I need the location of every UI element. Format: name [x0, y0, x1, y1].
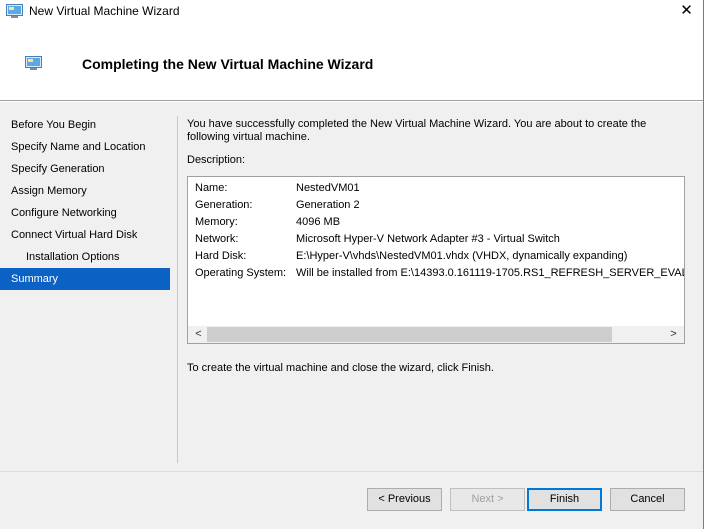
summary-key: Name: — [195, 182, 228, 194]
summary-value: Microsoft Hyper-V Network Adapter #3 - V… — [296, 233, 560, 245]
summary-list: Name: NestedVM01 Generation: Generation 2 … — [195, 180, 685, 282]
summary-row: Memory: 4096 MB — [195, 214, 684, 231]
nav-item-configure-networking[interactable]: Configure Networking — [0, 202, 170, 224]
wizard-content: Before You Begin Specify Name and Locati… — [0, 102, 703, 471]
virtual-machine-icon — [25, 56, 42, 70]
title-bar: New Virtual Machine Wizard ✕ — [0, 0, 703, 24]
summary-key: Network: — [195, 233, 239, 245]
summary-key: Hard Disk: — [195, 250, 247, 262]
finish-button[interactable]: Finish — [527, 488, 602, 511]
nav-item-installation-options[interactable]: Installation Options — [0, 246, 170, 268]
nav-item-before-you-begin[interactable]: Before You Begin — [0, 114, 170, 136]
nav-item-specify-name-and-location[interactable]: Specify Name and Location — [0, 136, 170, 158]
summary-key: Generation: — [195, 199, 253, 211]
summary-row: Network: Microsoft Hyper-V Network Adapte… — [195, 231, 684, 248]
summary-value: E:\Hyper-V\vhds\NestedVM01.vhdx (VHDX, d… — [296, 250, 628, 262]
summary-row: Hard Disk: E:\Hyper-V\vhds\NestedVM01.vhd… — [195, 248, 684, 265]
page-title: Completing the New Virtual Machine Wizar… — [82, 56, 374, 72]
wizard-footer: < Previous Next > Finish Cancel — [0, 471, 703, 529]
previous-button[interactable]: < Previous — [367, 488, 442, 511]
horizontal-scrollbar[interactable]: < > — [188, 326, 684, 343]
close-icon: ✕ — [680, 2, 693, 19]
summary-row: Name: NestedVM01 — [195, 180, 684, 197]
nav-divider — [177, 116, 178, 463]
chevron-right-icon: > — [670, 328, 677, 340]
scroll-right-button[interactable]: > — [665, 326, 682, 343]
intro-text: You have successfully completed the New … — [187, 118, 647, 143]
cancel-button[interactable]: Cancel — [610, 488, 685, 511]
summary-row: Generation: Generation 2 — [195, 197, 684, 214]
nav-item-connect-virtual-hard-disk[interactable]: Connect Virtual Hard Disk — [0, 224, 170, 246]
chevron-left-icon: < — [195, 328, 202, 340]
summary-value: NestedVM01 — [296, 182, 360, 194]
scroll-left-button[interactable]: < — [190, 326, 207, 343]
description-label: Description: — [187, 154, 246, 166]
summary-value: Will be installed from E:\14393.0.161119… — [296, 267, 685, 279]
nav-item-specify-generation[interactable]: Specify Generation — [0, 158, 170, 180]
next-button[interactable]: Next > — [450, 488, 525, 511]
summary-key: Operating System: — [195, 267, 287, 279]
finish-instruction: To create the virtual machine and close … — [187, 362, 494, 374]
summary-key: Memory: — [195, 216, 238, 228]
summary-row: Operating System: Will be installed from … — [195, 265, 685, 282]
nav-item-summary[interactable]: Summary — [0, 268, 170, 290]
wizard-nav: Before You Begin Specify Name and Locati… — [0, 114, 170, 290]
nav-item-assign-memory[interactable]: Assign Memory — [0, 180, 170, 202]
summary-panel: You have successfully completed the New … — [187, 118, 685, 374]
description-box[interactable]: Name: NestedVM01 Generation: Generation 2 … — [187, 176, 685, 344]
summary-value: 4096 MB — [296, 216, 341, 228]
close-button[interactable]: ✕ — [670, 0, 703, 24]
window-title: New Virtual Machine Wizard — [29, 4, 180, 18]
wizard-window: New Virtual Machine Wizard ✕ Completing … — [0, 0, 704, 529]
virtual-machine-icon — [6, 4, 23, 18]
scrollbar-thumb[interactable] — [207, 327, 612, 342]
summary-value: Generation 2 — [296, 199, 360, 211]
wizard-header: Completing the New Virtual Machine Wizar… — [0, 24, 703, 101]
